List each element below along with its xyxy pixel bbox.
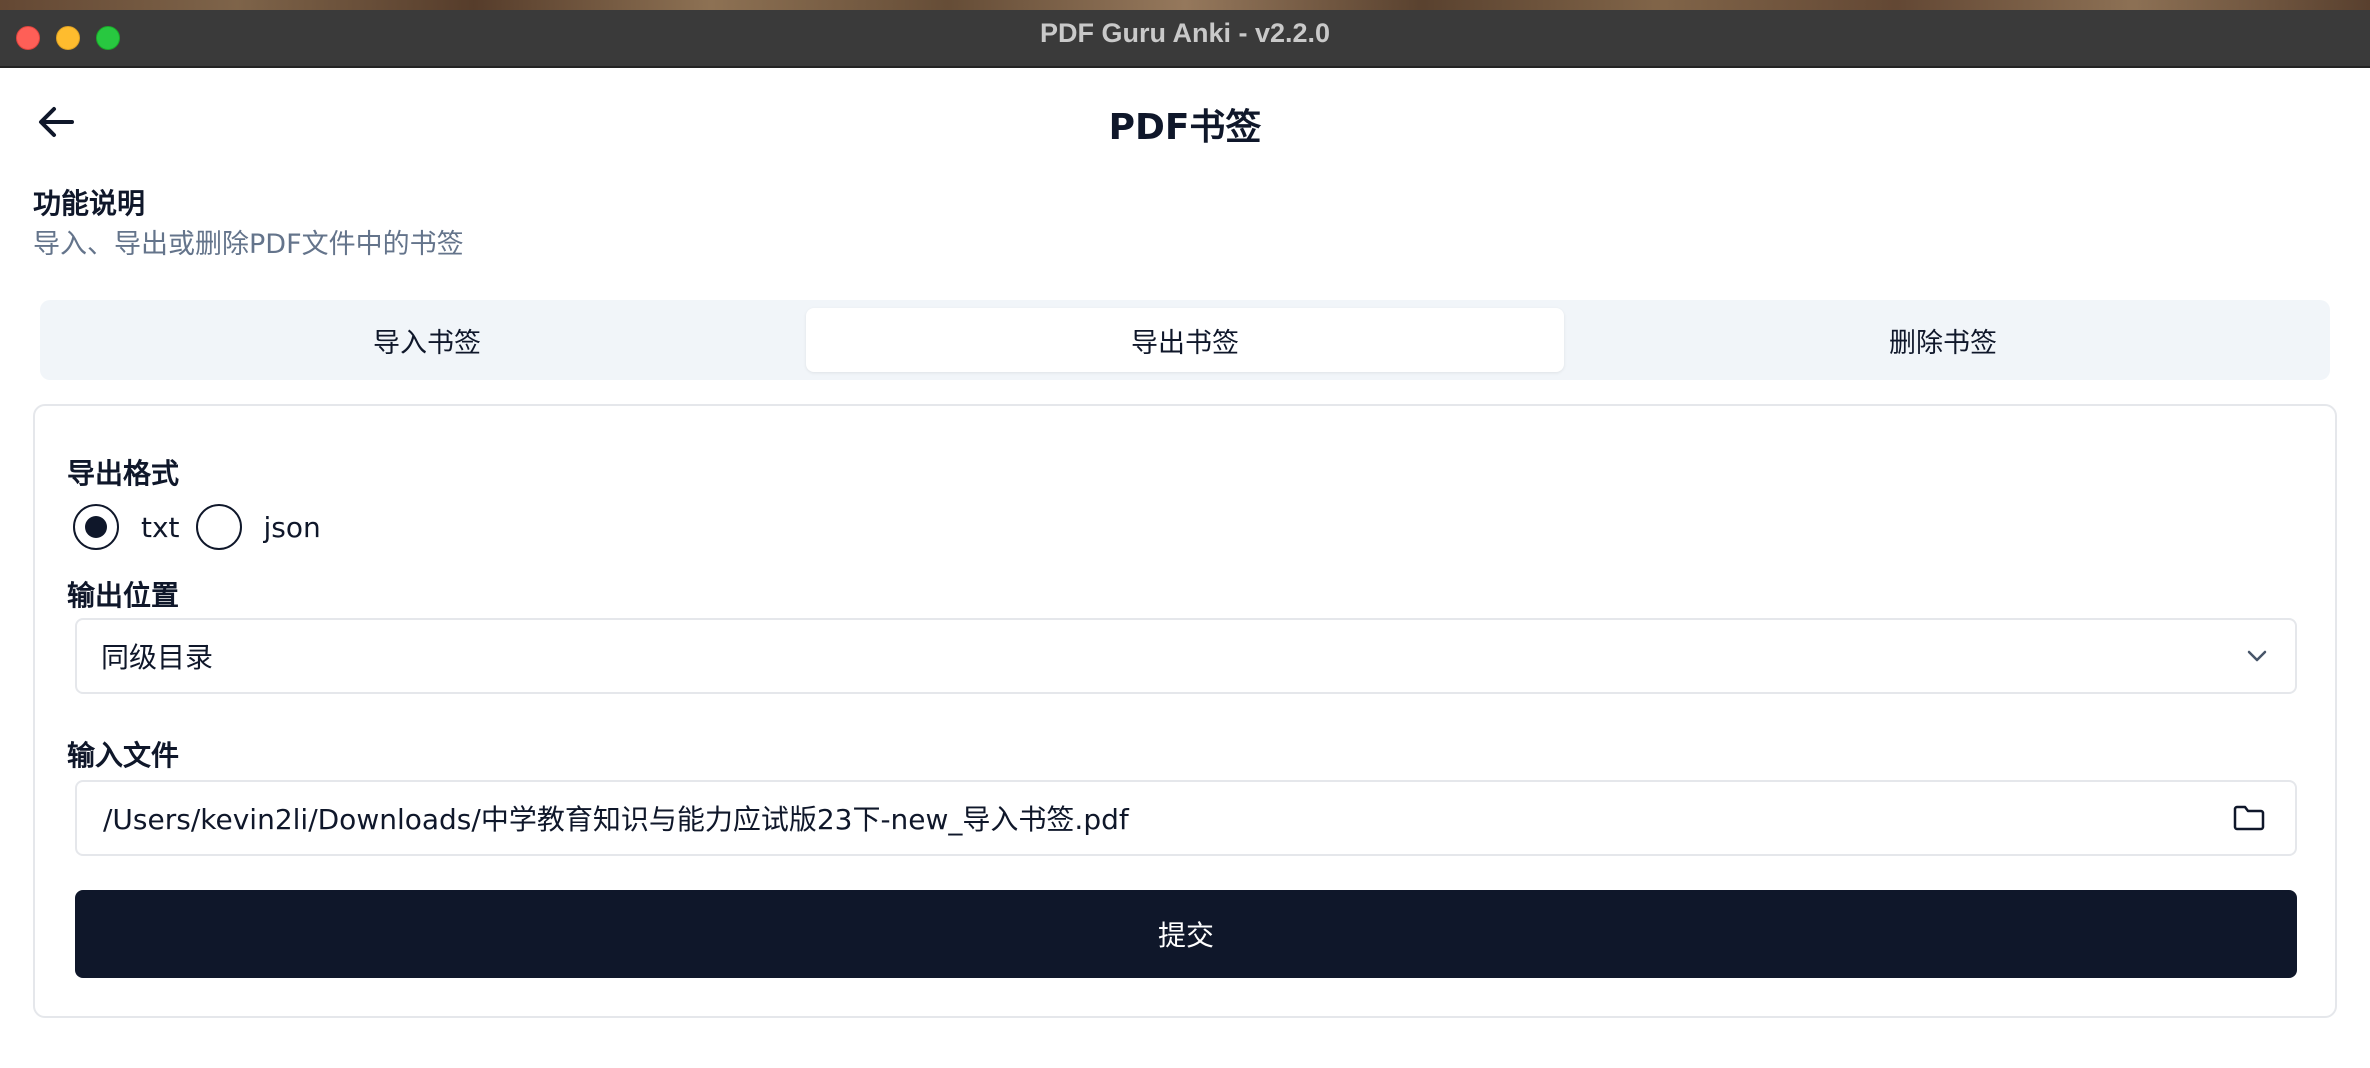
- tab-delete-bookmarks[interactable]: 删除书签: [1564, 308, 2322, 372]
- wallpaper-strip: [0, 0, 2370, 10]
- tab-export-bookmarks[interactable]: 导出书签: [806, 308, 1564, 372]
- radio-txt-label[interactable]: txt: [141, 511, 180, 544]
- output-location-value: 同级目录: [101, 641, 214, 674]
- input-file-label: 输入文件: [67, 739, 180, 772]
- export-form-card: 导出格式 txt json 输出位置 同级目录 输入文件 提交: [33, 404, 2337, 1018]
- browse-folder-button[interactable]: [2227, 796, 2271, 840]
- description-text: 导入、导出或删除PDF文件中的书签: [33, 229, 464, 260]
- radio-json-label[interactable]: json: [264, 511, 321, 544]
- page-title: PDF书签: [1108, 107, 1262, 148]
- output-location-select[interactable]: 同级目录: [75, 618, 2297, 694]
- input-file-path[interactable]: [101, 800, 2227, 836]
- tab-import-bookmarks[interactable]: 导入书签: [48, 308, 806, 372]
- radio-selected-dot: [85, 516, 107, 538]
- description-title: 功能说明: [33, 187, 146, 220]
- title-bar: PDF Guru Anki - v2.2.0: [0, 0, 2370, 68]
- output-location-label: 输出位置: [67, 579, 180, 612]
- export-format-label: 导出格式: [67, 457, 180, 490]
- folder-icon: [2233, 805, 2265, 831]
- input-file-field: [75, 780, 2297, 856]
- submit-button[interactable]: 提交: [75, 890, 2297, 978]
- app-window: PDF Guru Anki - v2.2.0 PDF书签 功能说明 导入、导出或…: [0, 0, 2370, 1068]
- chevron-down-icon: [2247, 650, 2267, 662]
- window-title: PDF Guru Anki - v2.2.0: [1039, 18, 1331, 48]
- radio-json[interactable]: [195, 504, 242, 550]
- export-format-radio-group: txt json: [73, 502, 337, 552]
- tab-list: 导入书签 导出书签 删除书签: [40, 300, 2330, 380]
- radio-txt[interactable]: [73, 504, 119, 550]
